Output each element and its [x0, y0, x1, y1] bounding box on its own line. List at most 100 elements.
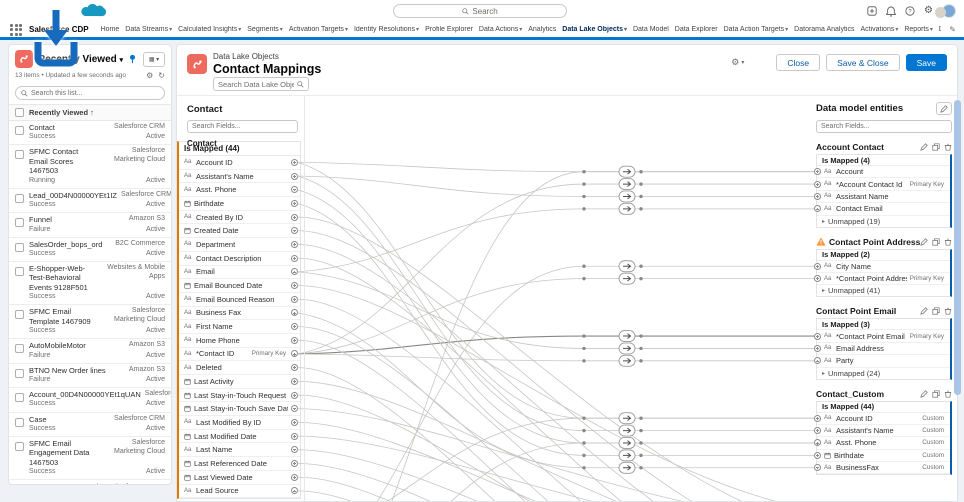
row-checkbox[interactable] [15, 368, 24, 378]
nav-tab-home[interactable]: Home [101, 26, 120, 33]
nav-tab-identity-resolutions[interactable]: Identity Resolutions ▾ [354, 26, 419, 33]
list-item[interactable]: Lead_00D4N00000YEt1IZ Salesforce CRM Succe… [9, 189, 171, 214]
nav-tab-analytics[interactable]: Analytics [528, 26, 556, 33]
row-checkbox[interactable] [15, 218, 24, 228]
row-checkbox[interactable] [15, 242, 24, 252]
row-checkbox[interactable] [15, 442, 24, 452]
nav-tab-data-explorer[interactable]: Data Explorer [675, 26, 718, 33]
connector-dot[interactable] [814, 168, 821, 176]
list-item[interactable]: SFMC Email Engagement Data 1467503 Salesf… [9, 437, 171, 481]
nav-tab-data-lake-objects[interactable]: Data Lake Objects ▾ [562, 26, 627, 33]
copy-icon[interactable] [932, 389, 940, 398]
nav-tab-data-actions[interactable]: Data Actions ▾ [479, 26, 522, 33]
row-checkbox[interactable] [15, 344, 24, 354]
sidebar-search-input[interactable]: Search this list... [15, 86, 165, 100]
connector-dot[interactable] [814, 414, 821, 422]
row-checkbox[interactable] [15, 267, 24, 277]
connector-dot[interactable] [814, 464, 821, 472]
object-search-input[interactable]: Search Data Lake Objects... [213, 77, 309, 91]
connector-dot[interactable] [814, 357, 821, 365]
entity-is-mapped-header[interactable]: Is Mapped (3) [817, 319, 950, 331]
breadcrumb[interactable]: Data Lake Objects [213, 52, 321, 61]
connector-dot[interactable] [814, 451, 821, 459]
target-field-row[interactable]: Aa Account ID Custom [814, 413, 950, 425]
user-avatar[interactable] [935, 4, 956, 18]
entity-is-mapped-header[interactable]: Is Mapped (2) [817, 250, 950, 261]
delete-icon[interactable] [944, 307, 952, 315]
target-field-row[interactable]: Aa Assistant's Name Custom [814, 425, 950, 438]
target-field-row[interactable]: Aa Party [814, 355, 950, 368]
target-field-row[interactable]: Aa *Contact Point Address IdPrimary Key [814, 273, 950, 286]
target-field-row[interactable]: Aa Asst. Phone Custom [814, 437, 950, 450]
nav-edit-pencil-icon[interactable]: ✎ [949, 25, 956, 34]
connector-dot[interactable] [814, 275, 821, 283]
row-checkbox[interactable] [15, 310, 24, 320]
entity-is-mapped-header[interactable]: Is Mapped (4) [817, 155, 950, 166]
delete-icon[interactable] [944, 238, 952, 246]
help-icon[interactable]: ? [905, 6, 915, 16]
list-item[interactable]: SAP Cust_Items_3Tier Salesforce Immersio… [9, 480, 171, 484]
nav-tab-data-model[interactable]: Data Model [633, 26, 669, 33]
row-checkbox[interactable] [15, 417, 24, 427]
close-button[interactable]: Close [776, 54, 821, 71]
nav-tab-calculated-insights[interactable]: Calculated Insights ▾ [178, 26, 241, 33]
global-search-input[interactable]: Search [393, 4, 567, 18]
row-checkbox[interactable] [15, 126, 24, 135]
connector-dot[interactable] [814, 192, 821, 200]
list-item[interactable]: SFMC Email Template 1467909 Salesforce Ma… [9, 305, 171, 340]
select-all-checkbox[interactable] [15, 108, 24, 117]
target-field-row[interactable]: Aa *Contact Point Email Id Primary Key [814, 330, 950, 343]
nav-tab-datorama-analytics[interactable]: Datorama Analytics [794, 26, 854, 33]
target-field-row[interactable]: Aa *Account Contact Id Primary Key [814, 178, 950, 191]
target-field-row[interactable]: Aa City Name [814, 261, 950, 273]
entities-search-input[interactable]: Search Fields... [816, 120, 952, 133]
target-field-row[interactable]: Aa Assistant Name [814, 191, 950, 204]
list-item[interactable]: Account_00D4N00000YEt1qUANSalesforce CRM… [9, 388, 171, 413]
edit-entities-button[interactable] [936, 102, 952, 115]
source-fields-search-input[interactable]: Search Fields... [187, 120, 298, 133]
unmapped-collapsed-row[interactable]: ▸ Unmapped (19) [817, 216, 950, 227]
list-item[interactable]: BTNO New Order lines Amazon S3 Failure Acti… [9, 364, 171, 389]
delete-icon[interactable] [944, 143, 952, 151]
list-item[interactable]: AutoMobileMotor Amazon S3 Failure Active [9, 339, 171, 364]
connector-dot[interactable] [814, 205, 821, 213]
copy-icon[interactable] [932, 307, 940, 315]
copy-icon[interactable] [932, 238, 940, 246]
list-settings-gear-icon[interactable]: ⚙ [146, 71, 153, 80]
save-and-close-button[interactable]: Save & Close [826, 54, 900, 71]
list-item[interactable]: E-Shopper-Web-Test-Behavioral Events 912… [9, 262, 171, 306]
nav-tab-activation-targets[interactable]: Activation Targets ▾ [289, 26, 348, 33]
target-field-row[interactable]: Aa Contact Email [814, 203, 950, 216]
delete-icon[interactable] [944, 390, 952, 398]
save-button[interactable]: Save [905, 54, 947, 71]
nav-tab-data-streams[interactable]: Data Streams ▾ [125, 26, 172, 33]
target-field-row[interactable]: Aa BusinessFax Custom [814, 462, 950, 475]
list-item[interactable]: Contact Salesforce CRM Success Active [9, 121, 171, 146]
list-item[interactable]: Funnel Amazon S3 Failure Active [9, 213, 171, 238]
connector-dot[interactable] [814, 180, 821, 188]
connector-dot[interactable] [814, 344, 821, 352]
app-launcher-icon[interactable] [10, 23, 23, 36]
unmapped-collapsed-row[interactable]: ▸ Unmapped (24) [817, 368, 950, 379]
list-view-controls-button[interactable]: ▦ ▾ [143, 51, 165, 67]
mapping-settings-gear-button[interactable]: ⚙ ▾ [731, 57, 744, 68]
connector-dot[interactable] [814, 332, 821, 340]
row-checkbox[interactable] [15, 393, 24, 403]
entity-is-mapped-header[interactable]: Is Mapped (44) [817, 402, 950, 413]
connector-dot[interactable] [814, 262, 821, 270]
target-field-row[interactable]: Birthdate Custom [814, 450, 950, 463]
notifications-bell-icon[interactable] [886, 5, 897, 17]
list-sort-header[interactable]: Recently Viewed ↑ [9, 104, 171, 121]
favorites-icon[interactable] [867, 6, 877, 16]
target-field-row[interactable]: Aa Email Address [814, 343, 950, 356]
nav-tab-dashboards[interactable]: Dashboards▾ [939, 26, 941, 33]
vertical-scrollbar[interactable] [954, 100, 961, 395]
list-item[interactable]: Case Salesforce CRM Success Active [9, 413, 171, 438]
edit-icon[interactable] [920, 307, 928, 316]
edit-icon[interactable] [920, 143, 928, 151]
row-checkbox[interactable] [15, 150, 24, 160]
edit-icon[interactable] [920, 237, 928, 246]
target-field-row[interactable]: Aa Account [814, 166, 950, 179]
nav-tab-activations[interactable]: Activations ▾ [860, 26, 898, 33]
edit-icon[interactable] [920, 389, 928, 398]
